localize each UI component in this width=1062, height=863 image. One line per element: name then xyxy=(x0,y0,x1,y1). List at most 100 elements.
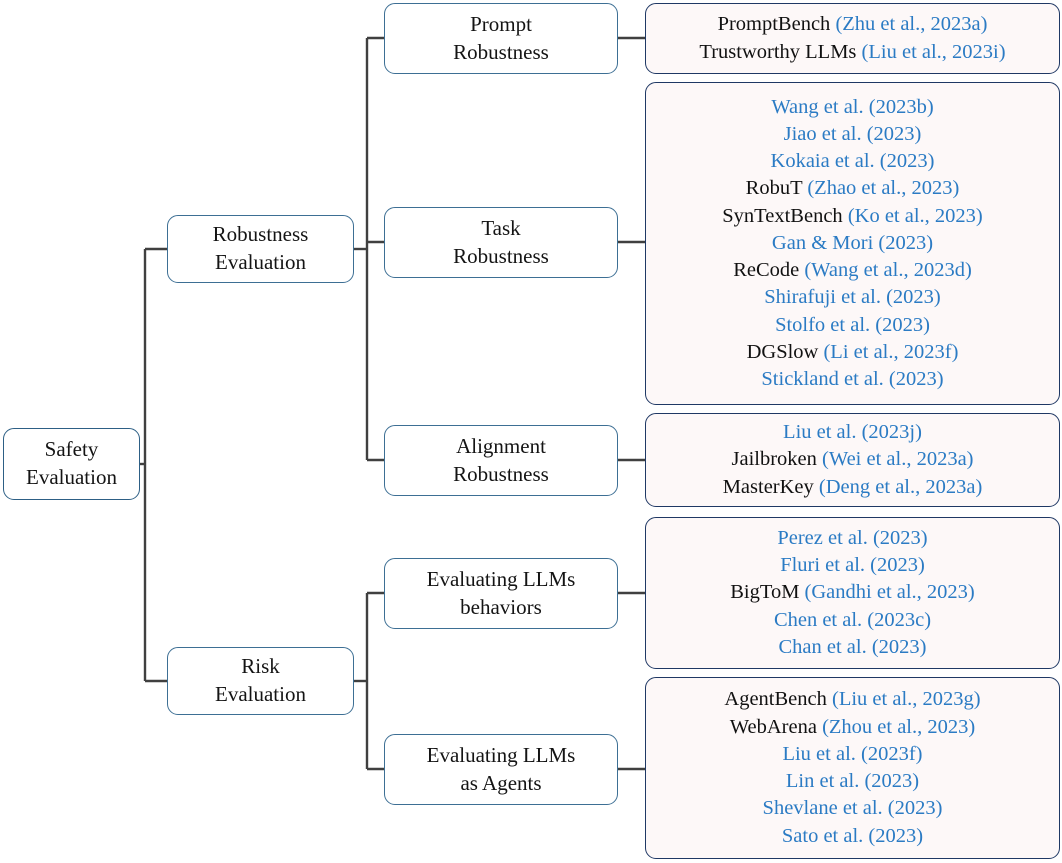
reference-name: PromptBench xyxy=(717,13,836,36)
reference-entry: AgentBench (Liu et al., 2023g) xyxy=(724,686,980,713)
reference-entry: MasterKey (Deng et al., 2023a) xyxy=(723,474,983,501)
reference-citation[interactable]: Chan et al. (2023) xyxy=(778,636,926,658)
label-line: Prompt xyxy=(470,11,532,36)
reference-citation[interactable]: (Li et al., 2023f) xyxy=(823,341,958,363)
reference-citation[interactable]: Sato et al. (2023) xyxy=(782,825,923,847)
subcategory-evaluating-llms-as-agents[interactable]: Evaluating LLMs as Agents xyxy=(384,734,618,805)
subcategory-task-robustness[interactable]: Task Robustness xyxy=(384,207,618,278)
category-risk-evaluation[interactable]: Risk Evaluation xyxy=(167,647,354,715)
reference-citation[interactable]: Wang et al. (2023b) xyxy=(771,96,933,118)
reference-name: DGSlow xyxy=(746,340,824,363)
reference-entry: Chen et al. (2023c) xyxy=(774,607,931,634)
subcategory-label: Evaluating LLMs behaviors xyxy=(427,566,576,622)
reference-citation[interactable]: Liu et al. (2023f) xyxy=(782,743,922,765)
reference-citation[interactable]: Chen et al. (2023c) xyxy=(774,609,931,631)
label-line: behaviors xyxy=(460,594,542,619)
subcategory-label: Task Robustness xyxy=(453,215,549,271)
label-line: Task xyxy=(481,215,521,240)
reference-citation[interactable]: (Liu et al., 2023i) xyxy=(862,41,1006,63)
reference-entry: Kokaia et al. (2023) xyxy=(771,148,935,175)
label-line: Evaluating LLMs xyxy=(426,742,576,767)
reference-entry: Shevlane et al. (2023) xyxy=(763,795,943,822)
subcategory-alignment-robustness[interactable]: Alignment Robustness xyxy=(384,425,618,496)
reference-name: AgentBench xyxy=(724,688,832,711)
category-robustness-evaluation[interactable]: Robustness Evaluation xyxy=(167,215,354,283)
leaf-task-robustness-references[interactable]: Wang et al. (2023b) Jiao et al. (2023) Kok… xyxy=(645,82,1060,405)
reference-entry: Stickland et al. (2023) xyxy=(761,366,943,393)
reference-citation[interactable]: Shirafuji et al. (2023) xyxy=(764,286,940,308)
subcategory-prompt-robustness[interactable]: Prompt Robustness xyxy=(384,3,618,74)
reference-entry: Sato et al. (2023) xyxy=(782,823,923,850)
reference-entry: WebArena (Zhou et al., 2023) xyxy=(730,714,975,741)
reference-entry: Fluri et al. (2023) xyxy=(780,552,925,579)
subcategory-label: Alignment Robustness xyxy=(453,433,549,489)
reference-citation[interactable]: Shevlane et al. (2023) xyxy=(763,797,943,819)
label-line: Robustness xyxy=(453,39,549,64)
reference-citation[interactable]: Lin et al. (2023) xyxy=(786,770,919,792)
reference-entry: ReCode (Wang et al., 2023d) xyxy=(733,257,972,284)
reference-entry: Gan & Mori (2023) xyxy=(772,230,933,257)
reference-citation[interactable]: (Zhu et al., 2023a) xyxy=(835,13,987,35)
reference-entry: Jiao et al. (2023) xyxy=(784,121,922,148)
reference-name: RobuT xyxy=(745,177,808,200)
reference-citation[interactable]: (Wei et al., 2023a) xyxy=(822,448,973,470)
leaf-evaluating-llms-as-agents-references[interactable]: AgentBench (Liu et al., 2023g) WebArena (… xyxy=(645,677,1060,859)
reference-entry: PromptBench (Zhu et al., 2023a) xyxy=(718,11,988,38)
reference-name: Trustworthy LLMs xyxy=(699,40,862,63)
label-line: as Agents xyxy=(460,770,542,795)
reference-name: Jailbroken xyxy=(731,448,823,471)
category-label: Robustness Evaluation xyxy=(213,221,309,277)
label-line: Risk xyxy=(241,654,280,679)
reference-entry: SynTextBench (Ko et al., 2023) xyxy=(722,203,982,230)
label-line: Safety xyxy=(44,437,99,462)
reference-entry: RobuT (Zhao et al., 2023) xyxy=(746,175,960,202)
label-line: Alignment xyxy=(456,433,546,458)
reference-citation[interactable]: (Wang et al., 2023d) xyxy=(804,259,971,281)
reference-citation[interactable]: Liu et al. (2023j) xyxy=(783,421,922,443)
leaf-evaluating-llms-behaviors-references[interactable]: Perez et al. (2023) Fluri et al. (2023) Bi… xyxy=(645,517,1060,669)
reference-entry: Stolfo et al. (2023) xyxy=(775,312,930,339)
reference-citation[interactable]: Stickland et al. (2023) xyxy=(761,368,943,390)
reference-entry: Lin et al. (2023) xyxy=(786,768,919,795)
reference-citation[interactable]: (Deng et al., 2023a) xyxy=(819,476,982,498)
label-line: Robustness xyxy=(453,461,549,486)
reference-name: BigToM xyxy=(730,581,805,604)
subcategory-evaluating-llms-behaviors[interactable]: Evaluating LLMs behaviors xyxy=(384,558,618,629)
label-line: Robustness xyxy=(212,222,309,247)
reference-entry: Chan et al. (2023) xyxy=(778,634,926,661)
reference-name: WebArena xyxy=(729,715,823,738)
reference-citation[interactable]: (Zhou et al., 2023) xyxy=(822,716,975,738)
reference-citation[interactable]: Kokaia et al. (2023) xyxy=(771,150,935,172)
reference-entry: Liu et al. (2023j) xyxy=(783,419,922,446)
reference-citation[interactable]: (Liu et al., 2023g) xyxy=(832,688,981,710)
reference-citation[interactable]: (Zhao et al., 2023) xyxy=(807,177,959,199)
reference-citation[interactable]: Jiao et al. (2023) xyxy=(784,123,922,145)
leaf-prompt-robustness-references[interactable]: PromptBench (Zhu et al., 2023a) Trustwort… xyxy=(645,3,1060,74)
reference-entry: Shirafuji et al. (2023) xyxy=(764,284,940,311)
reference-entry: Wang et al. (2023b) xyxy=(771,94,933,121)
root-node-safety-evaluation[interactable]: Safety Evaluation xyxy=(3,428,140,500)
reference-entry: Liu et al. (2023f) xyxy=(782,741,922,768)
reference-citation[interactable]: Gan & Mori (2023) xyxy=(772,232,933,254)
reference-entry: Jailbroken (Wei et al., 2023a) xyxy=(732,446,974,473)
taxonomy-diagram: Safety Evaluation Robustness Evaluation Ri… xyxy=(0,0,1062,863)
reference-citation[interactable]: Perez et al. (2023) xyxy=(777,527,927,549)
reference-entry: Trustworthy LLMs (Liu et al., 2023i) xyxy=(699,39,1005,66)
reference-entry: DGSlow (Li et al., 2023f) xyxy=(747,339,959,366)
reference-citation[interactable]: Stolfo et al. (2023) xyxy=(775,314,930,336)
reference-name: ReCode xyxy=(733,259,805,282)
label-line: Robustness xyxy=(453,243,549,268)
leaf-alignment-robustness-references[interactable]: Liu et al. (2023j) Jailbroken (Wei et al.… xyxy=(645,413,1060,507)
subcategory-label: Prompt Robustness xyxy=(453,11,549,67)
label-line: Evaluating LLMs xyxy=(426,566,576,591)
category-label: Risk Evaluation xyxy=(215,653,306,709)
reference-name: MasterKey xyxy=(722,475,819,498)
label-line: Evaluation xyxy=(26,465,117,489)
reference-entry: Perez et al. (2023) xyxy=(777,525,927,552)
reference-citation[interactable]: (Ko et al., 2023) xyxy=(848,205,983,227)
reference-citation[interactable]: (Gandhi et al., 2023) xyxy=(805,581,975,603)
root-label: Safety Evaluation xyxy=(26,436,117,492)
reference-name: SynTextBench xyxy=(722,204,848,227)
label-line: Evaluation xyxy=(215,682,306,706)
reference-citation[interactable]: Fluri et al. (2023) xyxy=(780,554,925,576)
